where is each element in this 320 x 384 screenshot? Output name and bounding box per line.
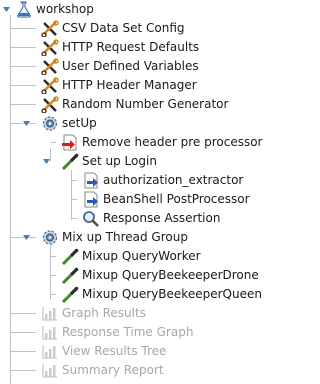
- thread-group-gear-icon: [42, 116, 58, 131]
- tree-line: [71, 180, 77, 181]
- tree-node-label: Response Time Graph: [62, 325, 194, 339]
- sampler-pipette-icon: [61, 153, 79, 170]
- tree-node-label: Summary Report: [62, 363, 164, 377]
- collapse-toggle-icon[interactable]: [23, 234, 30, 241]
- tree-line: [50, 243, 51, 300]
- tree-node-label: Graph Results: [62, 306, 146, 320]
- wrench-scissors-icon: [41, 77, 59, 94]
- tree-line: [50, 142, 56, 143]
- graph-listener-icon: [42, 345, 57, 359]
- tree-line: [71, 199, 77, 200]
- wrench-scissors-icon: [41, 96, 59, 113]
- tree-node-label: Mixup QueryWorker: [82, 249, 201, 263]
- tree-node-label: Remove header pre processor: [82, 135, 263, 149]
- tree-node-label: Mix up Thread Group: [62, 230, 188, 244]
- tree-line: [10, 370, 36, 371]
- tree-node-label: workshop: [36, 2, 94, 16]
- wrench-scissors-icon: [41, 39, 59, 56]
- tree-line: [10, 351, 36, 352]
- tree-node-label: Mixup QueryBeekeeperDrone: [82, 268, 259, 282]
- tree-node-label: View Results Tree: [62, 344, 167, 358]
- tree-line: [71, 218, 77, 219]
- tree-line: [50, 294, 56, 295]
- tree-node-label: BeanShell PostProcessor: [103, 192, 250, 206]
- sampler-pipette-icon: [61, 248, 79, 265]
- tree-line: [10, 15, 11, 384]
- sampler-pipette-icon: [61, 267, 79, 284]
- tree-node-label: Random Number Generator: [62, 97, 229, 111]
- tree-node-label: User Defined Variables: [62, 59, 199, 73]
- sampler-pipette-icon: [61, 286, 79, 303]
- graph-listener-icon: [42, 307, 57, 321]
- wrench-scissors-icon: [41, 20, 59, 37]
- tree-line: [10, 85, 36, 86]
- post-processor-icon: [84, 172, 98, 189]
- wrench-scissors-icon: [41, 58, 59, 75]
- tree-line: [50, 275, 56, 276]
- tree-node-label: authorization_extractor: [103, 173, 244, 187]
- tree-node-label: CSV Data Set Config: [62, 21, 185, 35]
- tree-line: [10, 47, 36, 48]
- tree-line: [71, 170, 72, 220]
- graph-listener-icon: [42, 364, 57, 378]
- tree-line: [10, 66, 36, 67]
- test-plan-flask-icon: [17, 1, 31, 18]
- tree-node-label: setUp: [62, 116, 97, 130]
- tree-node-label: Response Assertion: [103, 211, 221, 225]
- tree-node-label: Set up Login: [82, 154, 157, 168]
- assertion-magnifier-icon: [83, 211, 99, 227]
- tree-line: [10, 28, 36, 29]
- graph-listener-icon: [42, 326, 57, 340]
- thread-group-gear-icon: [42, 230, 58, 245]
- tree-node-label: HTTP Header Manager: [62, 78, 197, 92]
- tree-node-label: HTTP Request Defaults: [62, 40, 200, 54]
- tree-node-label: Mixup QueryBeekeeperQueen: [82, 287, 262, 301]
- collapse-toggle-icon[interactable]: [43, 158, 50, 165]
- collapse-toggle-icon[interactable]: [3, 6, 10, 13]
- collapse-toggle-icon[interactable]: [23, 120, 30, 127]
- tree-line: [50, 256, 56, 257]
- post-processor-icon: [84, 191, 98, 208]
- tree-line: [10, 104, 36, 105]
- test-plan-tree: workshop CSV Data Set Config HTTP Reques…: [0, 0, 319, 384]
- tree-line: [10, 332, 36, 333]
- tree-line: [50, 148, 51, 162]
- tree-line: [10, 313, 36, 314]
- pre-processor-icon: [62, 134, 77, 151]
